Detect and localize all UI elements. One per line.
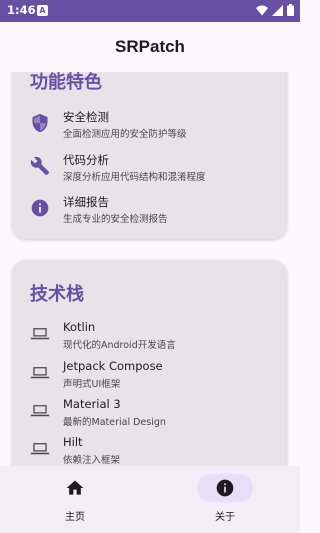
feature-title: 安全检测 xyxy=(63,110,109,124)
battery-icon xyxy=(287,4,294,16)
tech-item-material: Material 3 最新的Material Design xyxy=(30,395,280,431)
nav-item-home[interactable]: 主页 xyxy=(0,466,150,533)
features-card-title: 功能特色 xyxy=(30,72,102,93)
notification-icon: A xyxy=(37,5,48,16)
laptop-icon xyxy=(30,443,50,455)
status-bar: 1:46 A xyxy=(0,0,300,22)
app-title: SRPatch xyxy=(115,37,185,56)
app-bar: SRPatch xyxy=(0,22,300,72)
nav-label-home: 主页 xyxy=(65,512,85,523)
nav-label-about: 关于 xyxy=(215,512,235,523)
tech-desc: 声明式UI框架 xyxy=(63,379,121,390)
tech-title: Material 3 xyxy=(63,397,121,411)
tech-desc: 依赖注入框架 xyxy=(63,455,121,466)
feature-desc: 生成专业的安全检测报告 xyxy=(63,214,168,225)
nav-item-about[interactable]: 关于 xyxy=(150,466,300,533)
tech-desc: 现代化的Android开发语言 xyxy=(63,340,176,351)
laptop-icon xyxy=(30,328,50,340)
info-icon xyxy=(216,479,234,497)
tech-title: Jetpack Compose xyxy=(63,359,163,373)
tech-card-title: 技术栈 xyxy=(30,284,84,305)
tech-desc: 最新的Material Design xyxy=(63,417,166,428)
feature-item-security: 安全检测 全面检测应用的安全防护等级 xyxy=(30,107,280,143)
tech-item-kotlin: Kotlin 现代化的Android开发语言 xyxy=(30,318,280,354)
laptop-icon xyxy=(30,405,50,417)
feature-item-report: 详细报告 生成专业的安全检测报告 xyxy=(30,192,280,228)
tech-stack-card: 技术栈 Kotlin 现代化的Android开发语言 Jetpack Compo… xyxy=(12,260,287,466)
tech-item-hilt: Hilt 依赖注入框架 xyxy=(30,433,280,466)
wrench-icon xyxy=(30,156,50,176)
laptop-icon xyxy=(30,367,50,379)
status-time: 1:46 xyxy=(7,3,36,17)
home-icon xyxy=(66,480,84,495)
wifi-icon xyxy=(256,5,268,15)
tech-title: Kotlin xyxy=(63,320,96,334)
shield-icon xyxy=(32,113,48,133)
feature-title: 代码分析 xyxy=(63,153,109,167)
tech-item-compose: Jetpack Compose 声明式UI框架 xyxy=(30,357,280,393)
feature-desc: 深度分析应用代码结构和混淆程度 xyxy=(63,172,206,183)
features-card: 功能特色 安全检测 全面检测应用的安全防护等级 代码分析 深度分析应用代码结构和… xyxy=(12,72,287,239)
feature-item-code-analysis: 代码分析 深度分析应用代码结构和混淆程度 xyxy=(30,150,280,186)
about-content[interactable]: 功能特色 安全检测 全面检测应用的安全防护等级 代码分析 深度分析应用代码结构和… xyxy=(0,72,300,466)
feature-desc: 全面检测应用的安全防护等级 xyxy=(63,129,187,140)
bottom-navigation: 主页 关于 xyxy=(0,466,300,533)
feature-title: 详细报告 xyxy=(63,195,109,209)
info-icon xyxy=(31,199,49,217)
tech-title: Hilt xyxy=(63,435,83,449)
signal-icon xyxy=(272,4,283,16)
